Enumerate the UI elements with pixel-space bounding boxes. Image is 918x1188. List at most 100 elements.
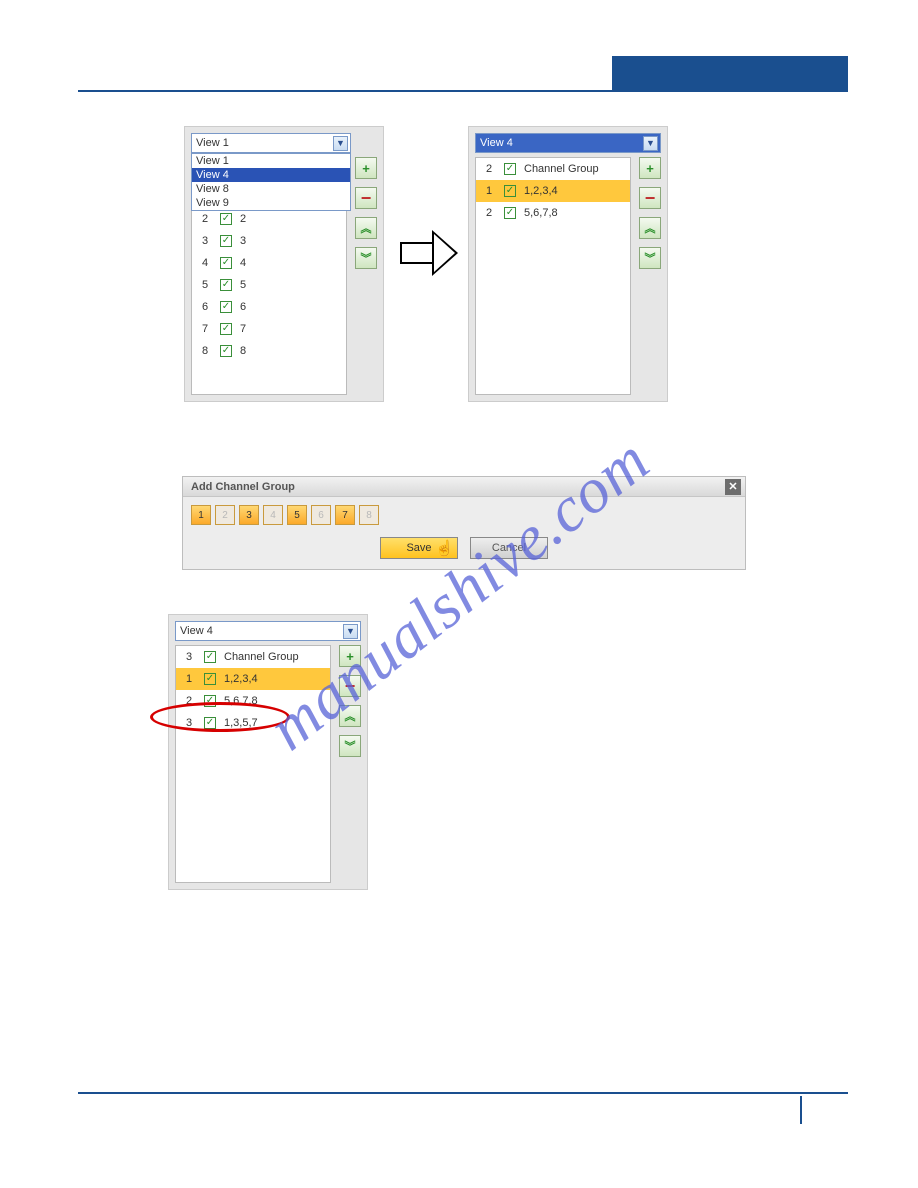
row-number: 5: [198, 279, 212, 291]
row-label: Channel Group: [224, 651, 299, 663]
checkbox-icon[interactable]: ✓: [220, 345, 232, 357]
channel-toggle[interactable]: 3: [239, 505, 259, 525]
row-label: 5,6,7,8: [224, 695, 258, 707]
channel-group-list: 3✓Channel Group 1✓1,2,3,4 2✓5,6,7,8 3✓1,…: [175, 645, 331, 883]
add-channel-group-dialog: Add Channel Group ✕ 1 2 3 4 5 6 7 8 Save…: [182, 476, 746, 570]
channel-toggle[interactable]: 7: [335, 505, 355, 525]
channel-toggle[interactable]: 6: [311, 505, 331, 525]
checkbox-icon[interactable]: ✓: [204, 717, 216, 729]
checkbox-icon[interactable]: ✓: [220, 213, 232, 225]
footer-divider: [800, 1096, 802, 1124]
move-up-button[interactable]: ︽: [639, 217, 661, 239]
row-number: 4: [198, 257, 212, 269]
remove-button[interactable]: −: [339, 675, 361, 697]
checkbox-icon[interactable]: ✓: [504, 207, 516, 219]
dropdown-options[interactable]: View 1 View 4 View 8 View 9: [191, 153, 351, 211]
dropdown-option[interactable]: View 8: [192, 182, 350, 196]
channel-number-row: 1 2 3 4 5 6 7 8: [183, 497, 745, 533]
move-down-button[interactable]: ︾: [339, 735, 361, 757]
row-label: 5,6,7,8: [524, 207, 558, 219]
move-up-button[interactable]: ︽: [339, 705, 361, 727]
channel-toggle[interactable]: 4: [263, 505, 283, 525]
list-header: 2✓Channel Group: [476, 158, 630, 180]
header-accent: [612, 56, 848, 90]
row-number: 3: [182, 717, 196, 729]
header-rule: [78, 90, 848, 92]
dialog-titlebar: Add Channel Group ✕: [183, 477, 745, 497]
channel-toggle[interactable]: 8: [359, 505, 379, 525]
checkbox-icon[interactable]: ✓: [504, 163, 516, 175]
view-dropdown[interactable]: View 4 ▼: [475, 133, 661, 153]
side-button-column: + − ︽ ︾: [639, 157, 661, 269]
row-label: 3: [240, 235, 246, 247]
checkbox-icon[interactable]: ✓: [204, 651, 216, 663]
checkbox-icon[interactable]: ✓: [220, 301, 232, 313]
row-number: 3: [182, 651, 196, 663]
list-item[interactable]: 1✓1,2,3,4: [176, 668, 330, 690]
list-item[interactable]: 2✓2: [192, 208, 346, 230]
row-label: 1,2,3,4: [224, 673, 258, 685]
dropdown-option[interactable]: View 4: [192, 168, 350, 182]
chevron-down-icon: ▼: [643, 136, 658, 151]
checkbox-icon[interactable]: ✓: [220, 323, 232, 335]
dialog-title: Add Channel Group: [191, 481, 295, 493]
checkbox-icon[interactable]: ✓: [504, 185, 516, 197]
dialog-button-row: Save Cancel ☝: [183, 533, 745, 569]
channel-toggle[interactable]: 2: [215, 505, 235, 525]
row-number: 2: [198, 213, 212, 225]
row-label: 4: [240, 257, 246, 269]
list-item[interactable]: 5✓5: [192, 274, 346, 296]
side-button-column: + − ︽ ︾: [355, 157, 377, 269]
row-number: 6: [198, 301, 212, 313]
checkbox-icon[interactable]: ✓: [220, 279, 232, 291]
dropdown-value: View 4: [180, 625, 213, 637]
list-item[interactable]: 8✓8: [192, 340, 346, 362]
move-down-button[interactable]: ︾: [639, 247, 661, 269]
add-button[interactable]: +: [339, 645, 361, 667]
arrow-right-icon: [400, 228, 460, 278]
row-number: 3: [198, 235, 212, 247]
list-item[interactable]: 3 ✓ 3: [192, 230, 346, 252]
list-item[interactable]: 7 ✓ 7: [192, 318, 346, 340]
dropdown-option[interactable]: View 1: [192, 154, 350, 168]
row-label: 7: [240, 323, 246, 335]
view-dropdown[interactable]: View 1 ▼: [191, 133, 351, 153]
remove-button[interactable]: −: [355, 187, 377, 209]
row-label: 8: [240, 345, 246, 357]
row-number: 2: [482, 207, 496, 219]
add-button[interactable]: +: [355, 157, 377, 179]
checkbox-icon[interactable]: ✓: [204, 673, 216, 685]
close-icon[interactable]: ✕: [725, 479, 741, 495]
channel-toggle[interactable]: 1: [191, 505, 211, 525]
dropdown-option[interactable]: View 9: [192, 196, 350, 210]
list-item[interactable]: 2 ✓ 5,6,7,8: [176, 690, 330, 712]
channel-toggle[interactable]: 5: [287, 505, 307, 525]
list-item[interactable]: 6 ✓ 6: [192, 296, 346, 318]
channel-group-list: 2✓Channel Group 1✓1,2,3,4 2✓5,6,7,8: [475, 157, 631, 395]
row-number: 7: [198, 323, 212, 335]
checkbox-icon[interactable]: ✓: [220, 235, 232, 247]
list-item[interactable]: 4 ✓ 4: [192, 252, 346, 274]
row-number: 2: [182, 695, 196, 707]
list-item[interactable]: 1✓1,2,3,4: [476, 180, 630, 202]
hand-cursor-icon: ☝: [435, 539, 454, 557]
list-item[interactable]: 2 ✓ 5,6,7,8: [476, 202, 630, 224]
cancel-button[interactable]: Cancel: [470, 537, 548, 559]
side-button-column: + − ︽ ︾: [339, 645, 361, 757]
move-down-button[interactable]: ︾: [355, 247, 377, 269]
add-button[interactable]: +: [639, 157, 661, 179]
channel-list: 2✓2 3✓3 4✓4 5✓5 6✓6 7✓7 8✓8: [191, 207, 347, 395]
list-header: 3 ✓ Channel Group: [176, 646, 330, 668]
move-up-button[interactable]: ︽: [355, 217, 377, 239]
remove-button[interactable]: −: [639, 187, 661, 209]
panel-view-right: View 4 ▼ 2✓Channel Group 1✓1,2,3,4 2✓5,6…: [468, 126, 668, 402]
checkbox-icon[interactable]: ✓: [220, 257, 232, 269]
row-label: 6: [240, 301, 246, 313]
view-dropdown[interactable]: View 4 ▼: [175, 621, 361, 641]
footer-rule: [78, 1092, 848, 1094]
panel-view-bottom: View 4 ▼ 3✓Channel Group 1✓1,2,3,4 2✓5,6…: [168, 614, 368, 890]
panel-view-left: View 1 ▼ View 1 View 4 View 8 View 9 ↖ 2…: [184, 126, 384, 402]
checkbox-icon[interactable]: ✓: [204, 695, 216, 707]
row-number: 2: [482, 163, 496, 175]
list-item[interactable]: 3✓1,3,5,7: [176, 712, 330, 734]
